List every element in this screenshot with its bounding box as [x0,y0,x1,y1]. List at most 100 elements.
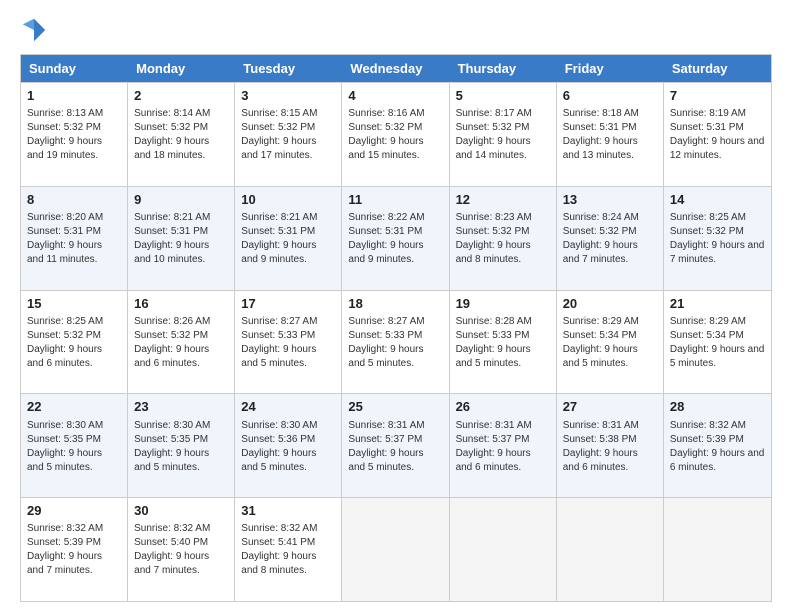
day-number: 2 [134,87,228,105]
sunrise: Sunrise: 8:23 AM [456,212,532,223]
day-cell-24: 24 Sunrise: 8:30 AM Sunset: 5:36 PM Dayl… [235,394,342,497]
sunset: Sunset: 5:32 PM [27,330,101,341]
sunset: Sunset: 5:35 PM [134,434,208,445]
calendar: Sunday Monday Tuesday Wednesday Thursday… [20,54,772,602]
logo-icon [20,16,48,44]
daylight: Daylight: 9 hours and 7 minutes. [27,551,102,576]
daylight: Daylight: 9 hours and 5 minutes. [241,448,316,473]
day-number: 9 [134,191,228,209]
sunset: Sunset: 5:33 PM [456,330,530,341]
sunrise: Sunrise: 8:31 AM [348,420,424,431]
empty-cell [342,498,449,601]
day-cell-20: 20 Sunrise: 8:29 AM Sunset: 5:34 PM Dayl… [557,291,664,394]
sunrise: Sunrise: 8:30 AM [27,420,103,431]
sunset: Sunset: 5:31 PM [670,122,744,133]
day-number: 26 [456,398,550,416]
day-cell-29: 29 Sunrise: 8:32 AM Sunset: 5:39 PM Dayl… [21,498,128,601]
sunrise: Sunrise: 8:27 AM [348,316,424,327]
day-cell-26: 26 Sunrise: 8:31 AM Sunset: 5:37 PM Dayl… [450,394,557,497]
day-number: 19 [456,295,550,313]
sunset: Sunset: 5:41 PM [241,537,315,548]
calendar-row-1: 1 Sunrise: 8:13 AM Sunset: 5:32 PM Dayli… [21,82,771,186]
sunset: Sunset: 5:32 PM [456,226,530,237]
day-number: 27 [563,398,657,416]
calendar-body: 1 Sunrise: 8:13 AM Sunset: 5:32 PM Dayli… [21,82,771,601]
sunrise: Sunrise: 8:20 AM [27,212,103,223]
day-number: 16 [134,295,228,313]
sunrise: Sunrise: 8:32 AM [241,523,317,534]
day-cell-12: 12 Sunrise: 8:23 AM Sunset: 5:32 PM Dayl… [450,187,557,290]
day-cell-3: 3 Sunrise: 8:15 AM Sunset: 5:32 PM Dayli… [235,83,342,186]
sunset: Sunset: 5:33 PM [241,330,315,341]
sunrise: Sunrise: 8:32 AM [27,523,103,534]
day-number: 5 [456,87,550,105]
day-number: 14 [670,191,765,209]
daylight: Daylight: 9 hours and 9 minutes. [348,240,423,265]
sunrise: Sunrise: 8:32 AM [134,523,210,534]
sunrise: Sunrise: 8:27 AM [241,316,317,327]
sunset: Sunset: 5:32 PM [241,122,315,133]
daylight: Daylight: 9 hours and 9 minutes. [241,240,316,265]
sunrise: Sunrise: 8:26 AM [134,316,210,327]
sunset: Sunset: 5:32 PM [456,122,530,133]
sunrise: Sunrise: 8:21 AM [241,212,317,223]
header-friday: Friday [557,55,664,82]
calendar-row-5: 29 Sunrise: 8:32 AM Sunset: 5:39 PM Dayl… [21,497,771,601]
day-number: 12 [456,191,550,209]
day-number: 15 [27,295,121,313]
sunrise: Sunrise: 8:14 AM [134,108,210,119]
day-cell-4: 4 Sunrise: 8:16 AM Sunset: 5:32 PM Dayli… [342,83,449,186]
daylight: Daylight: 9 hours and 10 minutes. [134,240,209,265]
sunset: Sunset: 5:34 PM [670,330,744,341]
day-cell-9: 9 Sunrise: 8:21 AM Sunset: 5:31 PM Dayli… [128,187,235,290]
sunrise: Sunrise: 8:31 AM [563,420,639,431]
sunset: Sunset: 5:40 PM [134,537,208,548]
day-cell-27: 27 Sunrise: 8:31 AM Sunset: 5:38 PM Dayl… [557,394,664,497]
daylight: Daylight: 9 hours and 6 minutes. [670,448,765,473]
daylight: Daylight: 9 hours and 12 minutes. [670,136,765,161]
day-cell-7: 7 Sunrise: 8:19 AM Sunset: 5:31 PM Dayli… [664,83,771,186]
sunset: Sunset: 5:33 PM [348,330,422,341]
sunrise: Sunrise: 8:17 AM [456,108,532,119]
sunrise: Sunrise: 8:25 AM [670,212,746,223]
day-number: 11 [348,191,442,209]
daylight: Daylight: 9 hours and 7 minutes. [563,240,638,265]
day-cell-2: 2 Sunrise: 8:14 AM Sunset: 5:32 PM Dayli… [128,83,235,186]
sunrise: Sunrise: 8:32 AM [670,420,746,431]
day-cell-11: 11 Sunrise: 8:22 AM Sunset: 5:31 PM Dayl… [342,187,449,290]
header [20,16,772,44]
daylight: Daylight: 9 hours and 5 minutes. [134,448,209,473]
sunrise: Sunrise: 8:28 AM [456,316,532,327]
sunset: Sunset: 5:31 PM [27,226,101,237]
day-number: 25 [348,398,442,416]
day-cell-28: 28 Sunrise: 8:32 AM Sunset: 5:39 PM Dayl… [664,394,771,497]
daylight: Daylight: 9 hours and 7 minutes. [670,240,765,265]
day-cell-30: 30 Sunrise: 8:32 AM Sunset: 5:40 PM Dayl… [128,498,235,601]
sunset: Sunset: 5:31 PM [348,226,422,237]
day-cell-25: 25 Sunrise: 8:31 AM Sunset: 5:37 PM Dayl… [342,394,449,497]
day-cell-8: 8 Sunrise: 8:20 AM Sunset: 5:31 PM Dayli… [21,187,128,290]
day-number: 1 [27,87,121,105]
sunset: Sunset: 5:37 PM [456,434,530,445]
daylight: Daylight: 9 hours and 19 minutes. [27,136,102,161]
sunset: Sunset: 5:32 PM [670,226,744,237]
sunset: Sunset: 5:31 PM [563,122,637,133]
sunrise: Sunrise: 8:29 AM [563,316,639,327]
daylight: Daylight: 9 hours and 8 minutes. [456,240,531,265]
daylight: Daylight: 9 hours and 15 minutes. [348,136,423,161]
day-number: 30 [134,502,228,520]
day-cell-5: 5 Sunrise: 8:17 AM Sunset: 5:32 PM Dayli… [450,83,557,186]
day-number: 17 [241,295,335,313]
daylight: Daylight: 9 hours and 5 minutes. [27,448,102,473]
daylight: Daylight: 9 hours and 6 minutes. [134,344,209,369]
daylight: Daylight: 9 hours and 14 minutes. [456,136,531,161]
day-cell-21: 21 Sunrise: 8:29 AM Sunset: 5:34 PM Dayl… [664,291,771,394]
daylight: Daylight: 9 hours and 5 minutes. [241,344,316,369]
day-cell-6: 6 Sunrise: 8:18 AM Sunset: 5:31 PM Dayli… [557,83,664,186]
day-cell-1: 1 Sunrise: 8:13 AM Sunset: 5:32 PM Dayli… [21,83,128,186]
day-number: 4 [348,87,442,105]
header-wednesday: Wednesday [342,55,449,82]
day-number: 18 [348,295,442,313]
empty-cell [664,498,771,601]
day-cell-10: 10 Sunrise: 8:21 AM Sunset: 5:31 PM Dayl… [235,187,342,290]
